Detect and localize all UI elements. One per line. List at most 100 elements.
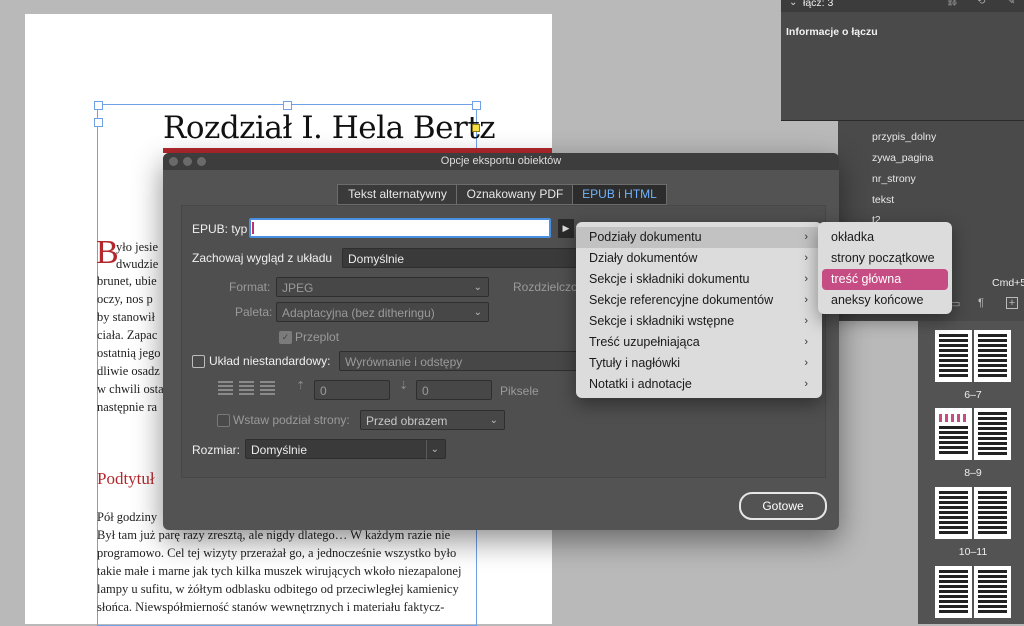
menu-item[interactable]: Treść uzupełniająca › (576, 332, 822, 353)
chevron-right-icon: › (804, 294, 808, 306)
epub-type-label: EPUB: typ (192, 222, 248, 236)
palette-label: Paleta: (235, 305, 273, 319)
palette-value: Adaptacyjna (bez ditheringu) (282, 306, 435, 320)
links-panel-header: ⌄ łącz: 3 ⛓ ⟲ ✎ (781, 0, 1024, 12)
edit-icon[interactable]: ✎ (1007, 0, 1015, 7)
chevron-down-icon[interactable]: ⌄ (789, 0, 797, 8)
align-center-icon[interactable] (239, 381, 254, 395)
page-break-checkbox[interactable] (217, 414, 230, 427)
paragraph-icon[interactable]: ¶ (978, 297, 984, 309)
body-line: słońca. Niewspółmierność stanów wewnętrz… (97, 600, 445, 614)
link-info-title: Informacje o łączu (786, 26, 878, 38)
play-arrow-icon[interactable]: ▶ (558, 219, 574, 238)
dialog-title: Opcje eksportu obiektów (440, 155, 562, 167)
interlace-checkbox[interactable]: ✓ (279, 331, 292, 344)
epub-type-menu: Podziały dokumentu › Działy dokumentów › S… (576, 222, 822, 398)
menu-item[interactable]: Notatki i adnotacje › (576, 374, 822, 395)
chevron-right-icon: › (804, 378, 808, 390)
chevron-right-icon: › (804, 252, 808, 264)
text-cursor (252, 222, 254, 234)
menu-item[interactable]: Podziały dokumentu › (576, 227, 822, 248)
align-left-icon[interactable] (218, 381, 233, 395)
link-icon[interactable]: ⛓ (946, 0, 959, 7)
body-line: dliwie osadz (97, 364, 160, 378)
chevron-down-icon: ⌄ (473, 282, 482, 293)
preserve-appearance-label: Zachowaj wygląd z układu (192, 251, 333, 265)
body-line: yło jesie (116, 240, 159, 254)
preserve-appearance-select[interactable]: Domyślnie (342, 248, 582, 268)
relink-icon[interactable]: ⟲ (977, 0, 985, 7)
body-line: ciała. Zapac (97, 328, 158, 342)
subtitle: Podtytuł (97, 469, 155, 488)
chevron-right-icon: › (804, 357, 808, 369)
menu-item-label: Sekcje referencyjne dokumentów (589, 293, 774, 307)
size-value: Domyślnie (251, 443, 308, 457)
body-line: ostatnią jego (97, 346, 161, 360)
done-button[interactable]: Gotowe (739, 492, 827, 520)
body-line: oczy, nos p (97, 292, 153, 306)
chevron-down-icon: ⌄ (473, 307, 482, 318)
space-before-input[interactable]: 0 (314, 380, 390, 400)
style-item[interactable]: nr_strony (872, 173, 916, 185)
custom-layout-checkbox[interactable] (192, 355, 205, 368)
submenu-item[interactable]: strony początkowe (818, 248, 952, 269)
document-divisions-submenu: okładka strony początkowe treść główna a… (818, 222, 952, 314)
chevron-right-icon: › (804, 231, 808, 243)
custom-layout-select[interactable]: Wyrównanie i odstępy (339, 351, 579, 371)
epub-type-input[interactable] (249, 218, 551, 238)
menu-item[interactable]: Sekcje i składniki wstępne › (576, 311, 822, 332)
frame-handle[interactable] (283, 101, 292, 110)
pixels-label: Piksele (500, 384, 539, 398)
tab-alt-text[interactable]: Tekst alternatywny (337, 184, 458, 205)
body-line: następnie ra (97, 400, 158, 414)
style-item[interactable]: przypis_dolny (872, 131, 936, 143)
align-right-icon[interactable] (260, 381, 275, 395)
body-line: dwudzie (116, 257, 159, 271)
style-item[interactable]: zywa_pagina (872, 152, 933, 164)
custom-layout-label: Układ niestandardowy: (209, 354, 331, 368)
menu-item[interactable]: Sekcje referencyjne dokumentów › (576, 290, 822, 311)
frame-handle[interactable] (94, 118, 103, 127)
submenu-item[interactable]: okładka (818, 227, 952, 248)
page-spread[interactable] (935, 487, 1011, 539)
overset-marker-icon[interactable] (472, 124, 480, 132)
tab-tagged-pdf[interactable]: Oznakowany PDF (456, 184, 574, 205)
space-before-value: 0 (320, 384, 327, 398)
page-spread[interactable] (935, 330, 1011, 382)
menu-item-label: Sekcje i składniki dokumentu (589, 272, 750, 286)
palette-select[interactable]: Adaptacyjna (bez ditheringu) ⌄ (276, 302, 489, 322)
size-select[interactable]: Domyślnie ⌄ (245, 439, 446, 460)
menu-item-label: Podziały dokumentu (589, 230, 702, 244)
menu-item-label: Treść uzupełniająca (589, 335, 700, 349)
space-after-input[interactable]: 0 (416, 380, 492, 400)
page-spread[interactable] (935, 566, 1011, 618)
menu-item[interactable]: Działy dokumentów › (576, 248, 822, 269)
space-after-value: 0 (422, 384, 429, 398)
spread-label: 8–9 (964, 467, 982, 479)
body-line: lampy u sufitu, w żółtym odblasku odbite… (97, 582, 459, 596)
style-item[interactable]: tekst (872, 194, 894, 206)
spread-label: 10–11 (958, 546, 988, 558)
body-line: by stanowił (97, 310, 155, 324)
menu-item[interactable]: Sekcje i składniki dokumentu › (576, 269, 822, 290)
style-shortcut: Cmd+5 (992, 277, 1024, 289)
menu-item[interactable]: Tytuły i nagłówki › (576, 353, 822, 374)
tab-epub-html[interactable]: EPUB i HTML (572, 184, 667, 205)
frame-handle[interactable] (472, 101, 481, 110)
menu-item-label: Tytuły i nagłówki (589, 356, 681, 370)
submenu-item-selected[interactable]: treść główna (822, 269, 948, 290)
frame-handle[interactable] (94, 101, 103, 110)
page-spread[interactable] (935, 408, 1011, 460)
submenu-item[interactable]: aneksy końcowe (818, 290, 952, 311)
new-style-icon[interactable]: + (1006, 297, 1018, 309)
format-label: Format: (229, 280, 271, 294)
links-count: łącz: 3 (803, 0, 834, 9)
menu-item-label: Sekcje i składniki wstępne (589, 314, 735, 328)
body-line: brunet, ubie (97, 274, 157, 288)
page-break-select[interactable]: Przed obrazem ⌄ (360, 410, 505, 430)
body-line: w chwili osta (97, 382, 164, 396)
links-panel (781, 0, 1024, 121)
body-line: takie małe i marne jak tych kilka muszek… (97, 564, 462, 578)
format-select[interactable]: JPEG ⌄ (276, 277, 489, 297)
dialog-titlebar: Opcje eksportu obiektów (163, 153, 839, 170)
